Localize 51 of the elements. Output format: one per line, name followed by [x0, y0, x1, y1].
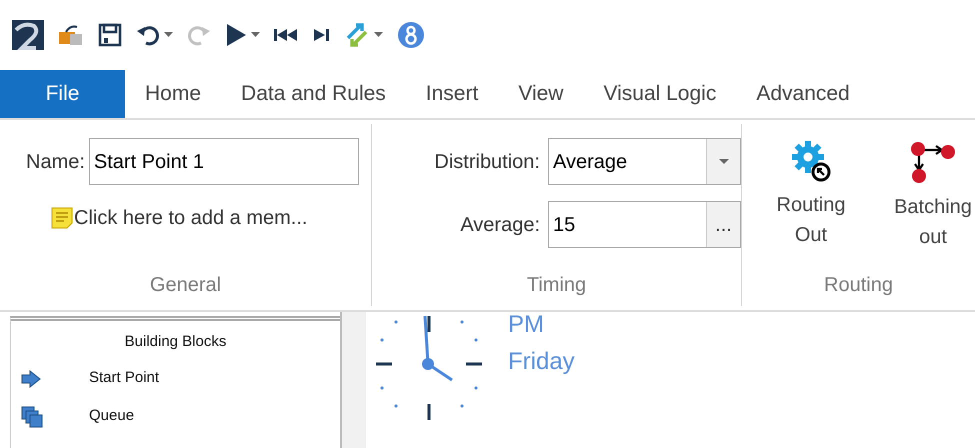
gear-icon: [791, 140, 831, 182]
ribbon-tab[interactable]: Advanced: [736, 70, 870, 118]
average-field[interactable]: 15 ...: [548, 201, 741, 248]
step-icon: [314, 28, 330, 42]
help-icon: [397, 21, 425, 49]
toolbar-button[interactable]: [58, 24, 84, 46]
ribbon-tab[interactable]: Visual Logic: [583, 70, 736, 118]
ribbon-tab[interactable]: View: [498, 70, 584, 118]
clock-text: Friday: [508, 347, 575, 378]
memo-link[interactable]: Click here to add a mem...: [50, 203, 359, 233]
toolbar-button[interactable]: [274, 28, 300, 42]
panel-title: Building Blocks: [124, 332, 228, 352]
caret-icon: [251, 32, 260, 38]
stack-icon: [21, 406, 43, 428]
field-value: 15: [553, 212, 576, 238]
field-label: Average:: [460, 212, 540, 238]
name-field[interactable]: Start Point 1: [88, 138, 359, 185]
memo-text: Click here to add a mem...: [74, 206, 308, 231]
ribbon-tab[interactable]: File: [0, 70, 125, 118]
save-icon: [98, 23, 122, 47]
caret-icon: [718, 158, 728, 164]
group-title: Routing: [823, 273, 894, 298]
block-item[interactable]: Start Point: [11, 360, 340, 398]
network-icon: [908, 140, 958, 184]
rewind-icon: [274, 28, 300, 42]
caret-icon: [164, 32, 173, 38]
ribbon-button[interactable]: Batching out: [876, 140, 975, 270]
field-label: Name:: [25, 150, 85, 174]
ribbon-button[interactable]: Routing Out: [754, 140, 868, 270]
note-icon: [50, 206, 74, 230]
caret-icon: [374, 32, 383, 38]
distribution-dropdown[interactable]: Average: [548, 138, 741, 185]
group-title: Timing: [526, 273, 588, 298]
arrow-icon: [21, 370, 41, 388]
block-item[interactable]: Queue: [11, 398, 340, 436]
ribbon-tab[interactable]: Insert: [406, 70, 498, 118]
arrows-icon: [344, 22, 370, 48]
field-label: Distribution:: [434, 150, 540, 174]
clock-text: PM: [508, 310, 545, 340]
folder-icon: [58, 24, 84, 46]
toolbar-button[interactable]: [98, 23, 122, 47]
play-icon: [225, 23, 247, 47]
group-title: General: [148, 273, 222, 298]
toolbar-button[interactable]: [225, 23, 260, 47]
field-value: Average: [553, 150, 628, 174]
ribbon-tab[interactable]: Data and Rules: [221, 70, 406, 118]
toolbar-button[interactable]: [12, 20, 44, 50]
logo-icon: [12, 20, 44, 50]
ribbon-tab[interactable]: Home: [125, 70, 222, 118]
toolbar-button[interactable]: [314, 28, 330, 42]
ellipsis-button[interactable]: ...: [706, 202, 740, 247]
